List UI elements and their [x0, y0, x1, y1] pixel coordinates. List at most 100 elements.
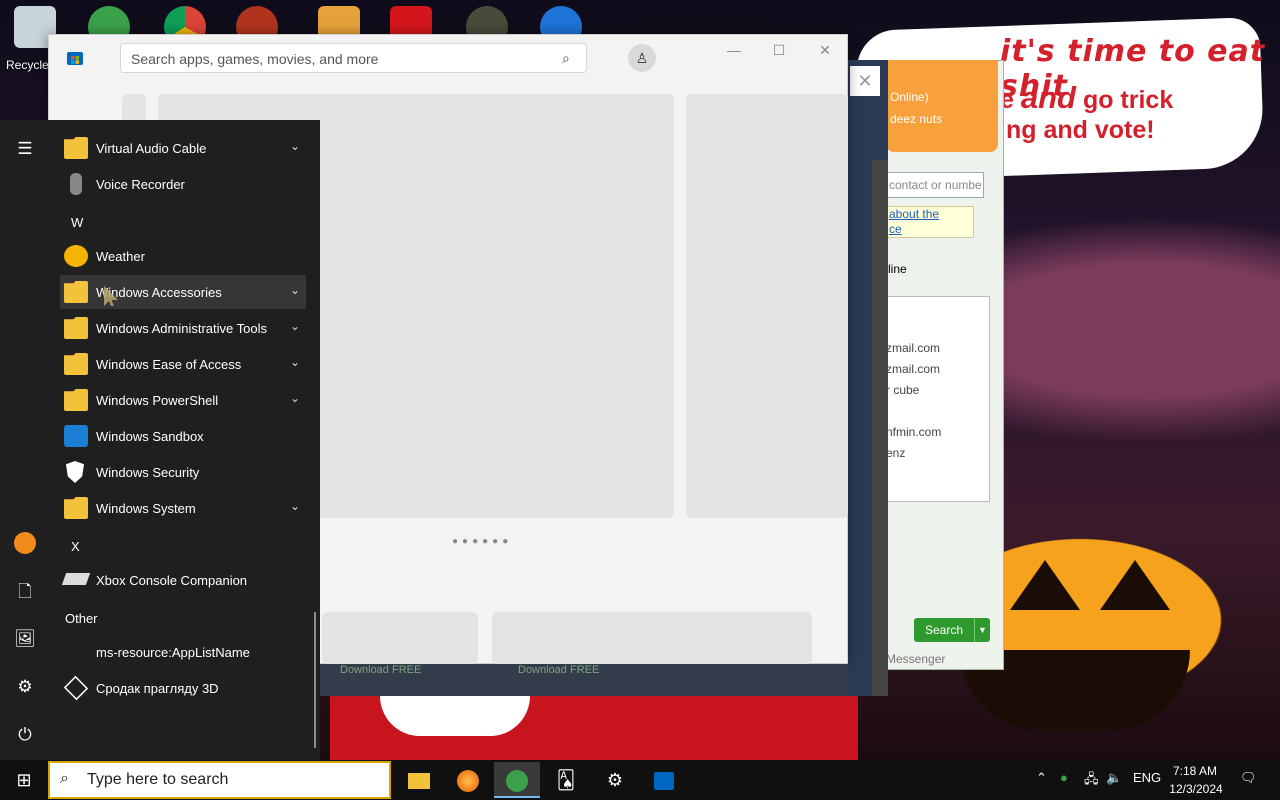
close-icon[interactable]: ✕ — [815, 40, 835, 60]
app-item-label: Windows Security — [96, 465, 200, 480]
messenger-notice-line-1[interactable]: about the — [889, 207, 973, 222]
messenger-display-name[interactable]: deez nuts — [890, 112, 942, 126]
folder-icon — [64, 497, 88, 519]
app-item-windows-system[interactable]: Windows System ⌄ — [60, 491, 306, 525]
app-item-label: Сродак прагляду 3D — [96, 681, 219, 696]
microphone-icon — [70, 173, 82, 195]
file-explorer-icon[interactable] — [396, 762, 442, 798]
speech-bubble-line-2: e and go trick — [1000, 80, 1173, 116]
documents-icon[interactable]: 🗋 — [14, 581, 36, 603]
download-free-label[interactable]: Download FREE — [340, 664, 421, 676]
messenger-notice[interactable]: about the ce — [886, 206, 974, 238]
taskbar-search-placeholder[interactable]: Type here to search — [87, 771, 228, 789]
app-item-label: ms-resource:AppListName — [96, 645, 250, 660]
app-item-label: Voice Recorder — [96, 177, 185, 192]
minimize-icon[interactable]: — — [724, 40, 744, 60]
pictures-icon[interactable]: 🖼 — [14, 628, 36, 650]
app-item-label: Weather — [96, 249, 145, 264]
weather-icon — [64, 245, 88, 267]
app-item-3d-viewer[interactable]: Сродак прагляду 3D — [60, 671, 306, 705]
chevron-down-icon[interactable]: ⌄ — [290, 355, 300, 369]
app-item-ms-resource[interactable]: ms-resource:AppListName — [60, 635, 306, 669]
firefox-icon[interactable] — [445, 762, 491, 798]
clock-date[interactable]: 12/3/2024 — [1166, 782, 1226, 796]
close-icon[interactable]: ✕ — [850, 66, 880, 96]
network-icon[interactable]: 🖧 — [1084, 770, 1099, 792]
account-icon[interactable]: ♙ — [628, 44, 656, 72]
store-tile[interactable] — [492, 612, 812, 664]
app-item-voice-recorder[interactable]: Voice Recorder — [60, 167, 306, 201]
download-free-label[interactable]: Download FREE — [518, 664, 599, 676]
language-indicator[interactable]: ENG — [1133, 770, 1161, 785]
folder-icon — [64, 389, 88, 411]
chevron-down-icon[interactable]: ⌄ — [290, 391, 300, 405]
maximize-icon[interactable]: ☐ — [769, 40, 789, 60]
folder-icon — [64, 281, 88, 303]
messenger-header — [886, 60, 998, 152]
app-item-windows-accessories[interactable]: Windows Accessories ⌄ — [60, 275, 306, 309]
messenger-contact[interactable]: r cube — [886, 383, 919, 397]
store-search-input[interactable]: Search apps, games, movies, and more — [120, 43, 587, 73]
app-item-label: Windows Administrative Tools — [96, 321, 267, 336]
store-icon[interactable] — [641, 762, 687, 798]
messenger-online-header: line — [888, 262, 907, 276]
app-item-label: Windows System — [96, 501, 196, 516]
search-icon: ⌕ — [60, 770, 69, 787]
app-item-label: Windows PowerShell — [96, 393, 219, 408]
chevron-up-icon[interactable]: ⌃ — [1036, 770, 1047, 786]
app-item-windows-security[interactable]: Windows Security — [60, 455, 306, 489]
power-icon[interactable]: ⏻ — [14, 724, 36, 746]
clock-time[interactable]: 7:18 AM — [1168, 764, 1222, 778]
messenger-contact-input[interactable]: contact or numbe — [886, 172, 984, 198]
app-item-weather[interactable]: Weather — [60, 239, 306, 273]
app-item-windows-powershell[interactable]: Windows PowerShell ⌄ — [60, 383, 306, 417]
settings-icon[interactable]: ⚙ — [592, 762, 638, 798]
hamburger-menu-icon[interactable]: ☰ — [14, 138, 36, 160]
shield-icon — [66, 461, 84, 483]
speech-bubble-line-3: ng and vote! — [1006, 116, 1155, 144]
background-window-scrollbar[interactable] — [872, 160, 888, 696]
app-item-label: Xbox Console Companion — [96, 573, 248, 588]
store-logo-icon — [67, 52, 83, 65]
app-item-virtual-audio-cable[interactable]: Virtual Audio Cable ⌄ — [60, 131, 306, 165]
store-tile[interactable] — [322, 612, 478, 664]
messenger-notice-line-2[interactable]: ce — [889, 222, 973, 237]
letter-header-x[interactable]: X — [71, 539, 80, 554]
windows-start-icon[interactable]: ⊞ — [0, 760, 48, 800]
chevron-down-icon[interactable]: ⌄ — [290, 139, 300, 153]
user-avatar-icon[interactable] — [14, 532, 36, 554]
notification-icon[interactable]: 🗨 — [1240, 770, 1257, 786]
messenger-contact[interactable]: enz — [886, 446, 905, 460]
messenger-tray-icon[interactable]: ● — [1060, 770, 1068, 785]
messenger-contact[interactable]: zmail.com — [886, 341, 940, 355]
app-item-windows-ease-of-access[interactable]: Windows Ease of Access ⌄ — [60, 347, 306, 381]
messenger-contact[interactable]: zmail.com — [886, 362, 940, 376]
store-hero-card-next[interactable] — [686, 94, 848, 518]
app-item-label: Windows Sandbox — [96, 429, 204, 444]
app-item-xbox-console-companion[interactable]: Xbox Console Companion — [60, 563, 306, 597]
app-item-windows-sandbox[interactable]: Windows Sandbox — [60, 419, 306, 453]
messenger-search-button[interactable]: Search — [914, 618, 974, 642]
folder-icon — [64, 353, 88, 375]
search-icon[interactable]: ⌕ — [562, 50, 570, 67]
messenger-search-dropdown[interactable]: ▼ — [974, 618, 990, 642]
chevron-down-icon[interactable]: ⌄ — [290, 319, 300, 333]
speech-bubble-text-b: and — [1020, 80, 1076, 115]
apps-list-scrollbar[interactable] — [314, 612, 316, 748]
start-menu-rail: ☰ 🗋 🖼 ⚙ ⏻ — [0, 120, 48, 760]
letter-header-other[interactable]: Other — [65, 611, 98, 626]
chevron-down-icon[interactable]: ⌄ — [290, 283, 300, 297]
folder-icon — [64, 317, 88, 339]
messenger-contact-list[interactable] — [886, 296, 990, 502]
volume-icon[interactable]: 🔈 — [1106, 770, 1122, 786]
messenger-icon[interactable] — [494, 762, 540, 798]
folder-icon — [64, 137, 88, 159]
settings-icon[interactable]: ⚙ — [14, 676, 36, 698]
messenger-contact[interactable]: nfmin.com — [886, 425, 941, 439]
solitaire-icon[interactable]: 🂡 — [543, 762, 589, 798]
letter-header-w[interactable]: W — [71, 215, 83, 230]
carousel-pager[interactable]: ●●●●●● — [452, 536, 512, 547]
sandbox-icon — [64, 425, 88, 447]
chevron-down-icon[interactable]: ⌄ — [290, 499, 300, 513]
app-item-windows-administrative-tools[interactable]: Windows Administrative Tools ⌄ — [60, 311, 306, 345]
